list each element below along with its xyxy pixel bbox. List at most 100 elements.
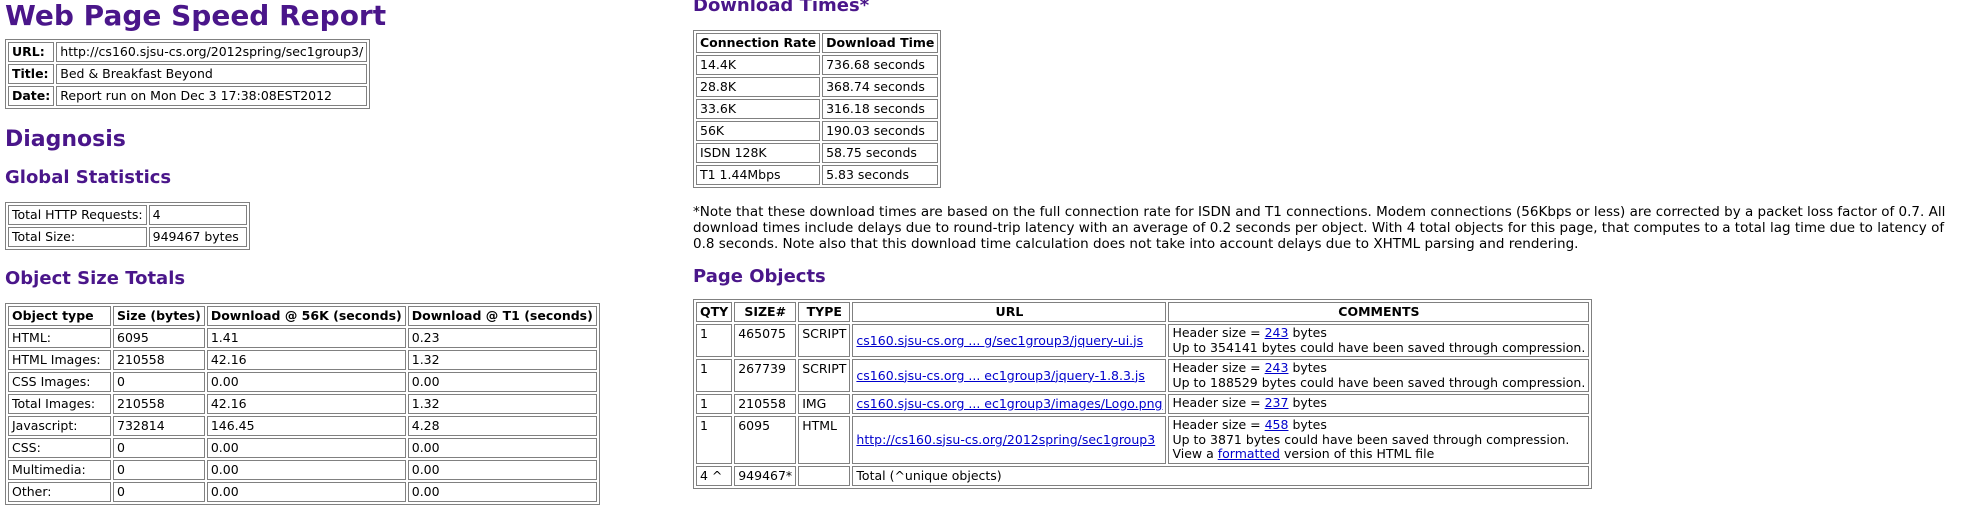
totals-cell: 732814 [113, 416, 205, 436]
object-comments: Header size = 243 bytes Up to 188529 byte… [1168, 359, 1590, 392]
header-size-link[interactable]: 458 [1265, 417, 1289, 432]
object-size-totals-table: Object type Size (bytes) Download @ 56K … [5, 303, 600, 505]
header-size-unit: bytes [1288, 417, 1327, 432]
totals-cell: 210558 [113, 394, 205, 414]
header-size-unit: bytes [1288, 395, 1327, 410]
total-size: 949467* [734, 465, 797, 486]
download-cell: 190.03 seconds [822, 121, 939, 141]
header-size-unit: bytes [1288, 360, 1327, 375]
info-row-date: Date: Report run on Mon Dec 3 17:38:08EST… [8, 86, 368, 106]
object-row: 1 267739 SCRIPT cs160.sjsu-cs.org ... ec1gr… [696, 359, 1590, 392]
totals-cell: 146.45 [206, 416, 406, 436]
col-header: TYPE [798, 302, 851, 322]
object-row: 1 6095 HTML http://cs160.sjsu-cs.org/2012sp… [696, 416, 1590, 464]
totals-cell: 1.32 [407, 350, 597, 370]
download-cell: 58.75 seconds [822, 143, 939, 163]
info-label: URL: [8, 42, 55, 62]
view-label: View a [1172, 446, 1218, 461]
object-url-link[interactable]: cs160.sjsu-cs.org ... ec1group3/images/L… [856, 396, 1162, 411]
header-size-label: Header size = [1172, 325, 1265, 340]
totals-cell: Total Images: [8, 394, 111, 414]
totals-cell: HTML Images: [8, 350, 111, 370]
object-url-link[interactable]: cs160.sjsu-cs.org ... g/sec1group3/jquer… [856, 333, 1143, 348]
header-size-unit: bytes [1288, 325, 1327, 340]
info-value: http://cs160.sjsu-cs.org/2012spring/sec1… [56, 42, 368, 62]
header-size-link[interactable]: 237 [1265, 395, 1289, 410]
object-qty: 1 [696, 359, 733, 392]
col-header: QTY [696, 302, 733, 322]
col-header: URL [852, 302, 1167, 322]
download-times-heading: Download Times* [693, 0, 870, 16]
totals-cell: Javascript: [8, 416, 111, 436]
totals-row: CSS: 0 0.00 0.00 [8, 438, 597, 458]
object-size: 210558 [734, 394, 797, 414]
download-cell: 5.83 seconds [822, 165, 939, 185]
object-total-row: 4 ^ 949467* Total (^unique objects) [696, 465, 1590, 486]
info-value: Report run on Mon Dec 3 17:38:08EST2012 [56, 86, 368, 106]
totals-cell: 0.00 [206, 372, 406, 392]
totals-cell: 0.00 [206, 482, 406, 502]
totals-header-row: Object type Size (bytes) Download @ 56K … [8, 306, 597, 326]
totals-cell: 1.41 [206, 328, 406, 348]
totals-cell: 42.16 [206, 394, 406, 414]
header-size-label: Header size = [1172, 360, 1265, 375]
download-cell: 316.18 seconds [822, 99, 939, 119]
object-comments: Header size = 237 bytes [1168, 394, 1590, 414]
object-url-link[interactable]: cs160.sjsu-cs.org ... ec1group3/jquery-1… [856, 368, 1144, 383]
report-info-table: URL: http://cs160.sjsu-cs.org/2012spring/… [5, 39, 371, 109]
global-statistics-heading: Global Statistics [5, 167, 172, 188]
object-row: 1 210558 IMG cs160.sjsu-cs.org ... ec1group… [696, 394, 1590, 414]
totals-row: HTML Images: 210558 42.16 1.32 [8, 350, 597, 370]
download-row: 56K 190.03 seconds [696, 121, 939, 141]
download-cell: T1 1.44Mbps [696, 165, 821, 185]
totals-cell: 4.28 [407, 416, 597, 436]
download-header-row: Connection Rate Download Time [696, 33, 939, 53]
col-header: Object type [8, 306, 111, 326]
header-size-label: Header size = [1172, 395, 1265, 410]
object-comments: Header size = 458 bytes Up to 3871 bytes … [1168, 416, 1590, 464]
download-times-table: Connection Rate Download Time 14.4K 736.6… [693, 30, 942, 188]
totals-cell: 0.00 [407, 460, 597, 480]
col-header: COMMENTS [1168, 302, 1590, 322]
totals-row: Other: 0 0.00 0.00 [8, 482, 597, 502]
object-type: SCRIPT [798, 324, 851, 357]
info-row-title: Title: Bed & Breakfast Beyond [8, 64, 368, 84]
diagnosis-heading: Diagnosis [5, 127, 126, 152]
download-row: 14.4K 736.68 seconds [696, 55, 939, 75]
right-column: Download Times* Connection Rate Download… [693, 0, 1958, 489]
col-header: Download @ 56K (seconds) [206, 306, 406, 326]
totals-row: Total Images: 210558 42.16 1.32 [8, 394, 597, 414]
left-column: Web Page Speed Report URL: http://cs160.s… [5, 0, 685, 505]
download-cell: 56K [696, 121, 821, 141]
stat-value: 4 [148, 205, 247, 225]
download-cell: 28.8K [696, 77, 821, 97]
totals-cell: 0.00 [407, 372, 597, 392]
totals-cell: 210558 [113, 350, 205, 370]
view-suffix: version of this HTML file [1279, 446, 1435, 461]
totals-cell: 1.32 [407, 394, 597, 414]
object-url-link[interactable]: http://cs160.sjsu-cs.org/2012spring/sec1… [856, 432, 1155, 447]
totals-cell: 6095 [113, 328, 205, 348]
totals-cell: 0.00 [407, 482, 597, 502]
stat-value: 949467 bytes [148, 227, 247, 247]
totals-cell: CSS: [8, 438, 111, 458]
info-row-url: URL: http://cs160.sjsu-cs.org/2012spring/… [8, 42, 368, 62]
page-objects-heading: Page Objects [693, 266, 826, 287]
stat-label: Total Size: [8, 227, 147, 247]
totals-row: HTML: 6095 1.41 0.23 [8, 328, 597, 348]
object-url-cell: cs160.sjsu-cs.org ... g/sec1group3/jquer… [852, 324, 1167, 357]
totals-cell: 0 [113, 460, 205, 480]
object-comments: Header size = 243 bytes Up to 354141 byte… [1168, 324, 1590, 357]
compression-note: Up to 3871 bytes could have been saved t… [1172, 431, 1570, 447]
header-size-link[interactable]: 243 [1265, 325, 1289, 340]
info-label: Title: [8, 64, 55, 84]
formatted-version-link[interactable]: formatted [1218, 446, 1280, 461]
total-qty: 4 ^ [696, 465, 733, 486]
total-type [798, 465, 851, 486]
totals-cell: 0.00 [407, 438, 597, 458]
download-row: T1 1.44Mbps 5.83 seconds [696, 165, 939, 185]
header-size-link[interactable]: 243 [1265, 360, 1289, 375]
object-type: IMG [798, 394, 851, 414]
stat-row: Total HTTP Requests: 4 [8, 205, 247, 225]
object-type: HTML [798, 416, 851, 464]
